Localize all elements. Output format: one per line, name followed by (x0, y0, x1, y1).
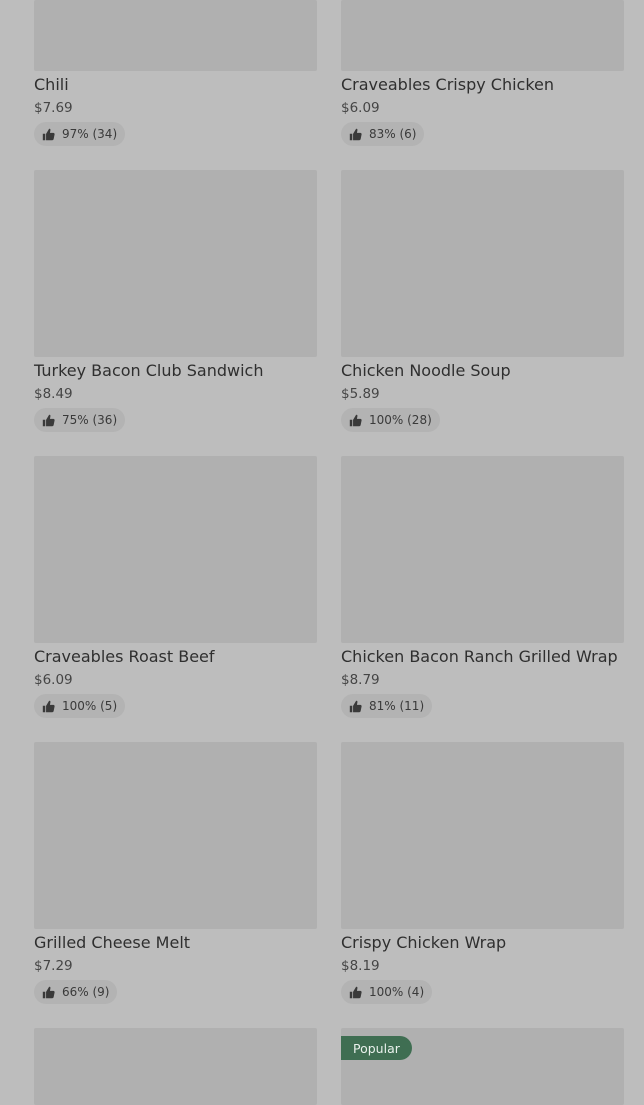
thumbs-up-icon (42, 986, 55, 999)
menu-item-price: $6.09 (34, 672, 73, 688)
menu-item-card[interactable]: Chicken Noodle Soup $5.89 100% (28) (341, 170, 624, 436)
thumbs-up-icon (349, 700, 362, 713)
menu-item-name: Crispy Chicken Wrap (341, 933, 507, 952)
thumbs-up-icon (349, 986, 362, 999)
menu-item-image[interactable] (34, 456, 317, 643)
rating-text: 100% (4) (369, 985, 425, 999)
rating-badge: 81% (11) (341, 694, 433, 718)
menu-item-image[interactable] (341, 170, 624, 357)
rating-text: 83% (6) (369, 127, 417, 141)
menu-item-card[interactable]: Chili $7.69 97% (34) (34, 0, 317, 150)
menu-item-price: $7.29 (34, 958, 73, 974)
menu-item-name: Craveables Crispy Chicken (341, 75, 555, 94)
menu-item-image[interactable] (34, 742, 317, 929)
menu-item-name: Chili (34, 75, 69, 94)
thumbs-up-icon (42, 128, 55, 141)
menu-items-grid: Chili $7.69 97% (34) Craveables Crispy C… (0, 0, 644, 1105)
menu-item-image[interactable] (34, 170, 317, 357)
rating-text: 97% (34) (62, 127, 118, 141)
menu-item-name: Craveables Roast Beef (34, 647, 215, 666)
rating-badge: 75% (36) (34, 408, 126, 432)
rating-text: 66% (9) (62, 985, 110, 999)
rating-text: 81% (11) (369, 699, 425, 713)
menu-item-image[interactable] (34, 1028, 317, 1105)
menu-item-price: $5.89 (341, 386, 380, 402)
menu-item-card[interactable] (34, 1028, 317, 1105)
menu-item-card[interactable]: Popular (341, 1028, 624, 1105)
thumbs-up-icon (349, 128, 362, 141)
menu-item-name: Turkey Bacon Club Sandwich (34, 361, 264, 380)
menu-item-price: $8.49 (34, 386, 73, 402)
menu-item-name: Grilled Cheese Melt (34, 933, 191, 952)
menu-item-card[interactable]: Crispy Chicken Wrap $8.19 100% (4) (341, 742, 624, 1008)
menu-item-card[interactable]: Chicken Bacon Ranch Grilled Wrap $8.79 8… (341, 456, 624, 722)
menu-item-price: $7.69 (34, 100, 73, 116)
rating-text: 100% (28) (369, 413, 432, 427)
menu-item-name: Chicken Bacon Ranch Grilled Wrap (341, 647, 618, 666)
rating-text: 100% (5) (62, 699, 118, 713)
menu-item-image[interactable] (34, 0, 317, 71)
menu-item-card[interactable]: Turkey Bacon Club Sandwich $8.49 75% (36… (34, 170, 317, 436)
rating-badge: 100% (5) (34, 694, 126, 718)
menu-item-price: $8.19 (341, 958, 380, 974)
menu-item-card[interactable]: Craveables Roast Beef $6.09 100% (5) (34, 456, 317, 722)
rating-badge: 97% (34) (34, 122, 126, 146)
menu-item-card[interactable]: Craveables Crispy Chicken $6.09 83% (6) (341, 0, 624, 150)
menu-item-image[interactable] (341, 456, 624, 643)
rating-badge: 100% (4) (341, 980, 433, 1004)
rating-badge: 100% (28) (341, 408, 440, 432)
thumbs-up-icon (42, 414, 55, 427)
thumbs-up-icon (349, 414, 362, 427)
thumbs-up-icon (42, 700, 55, 713)
menu-item-image[interactable] (341, 742, 624, 929)
menu-item-card[interactable]: Grilled Cheese Melt $7.29 66% (9) (34, 742, 317, 1008)
rating-badge: 66% (9) (34, 980, 118, 1004)
popular-badge: Popular (341, 1036, 412, 1060)
menu-item-price: $6.09 (341, 100, 380, 116)
menu-item-price: $8.79 (341, 672, 380, 688)
rating-text: 75% (36) (62, 413, 118, 427)
rating-badge: 83% (6) (341, 122, 425, 146)
menu-item-image[interactable] (341, 0, 624, 71)
menu-item-name: Chicken Noodle Soup (341, 361, 511, 380)
